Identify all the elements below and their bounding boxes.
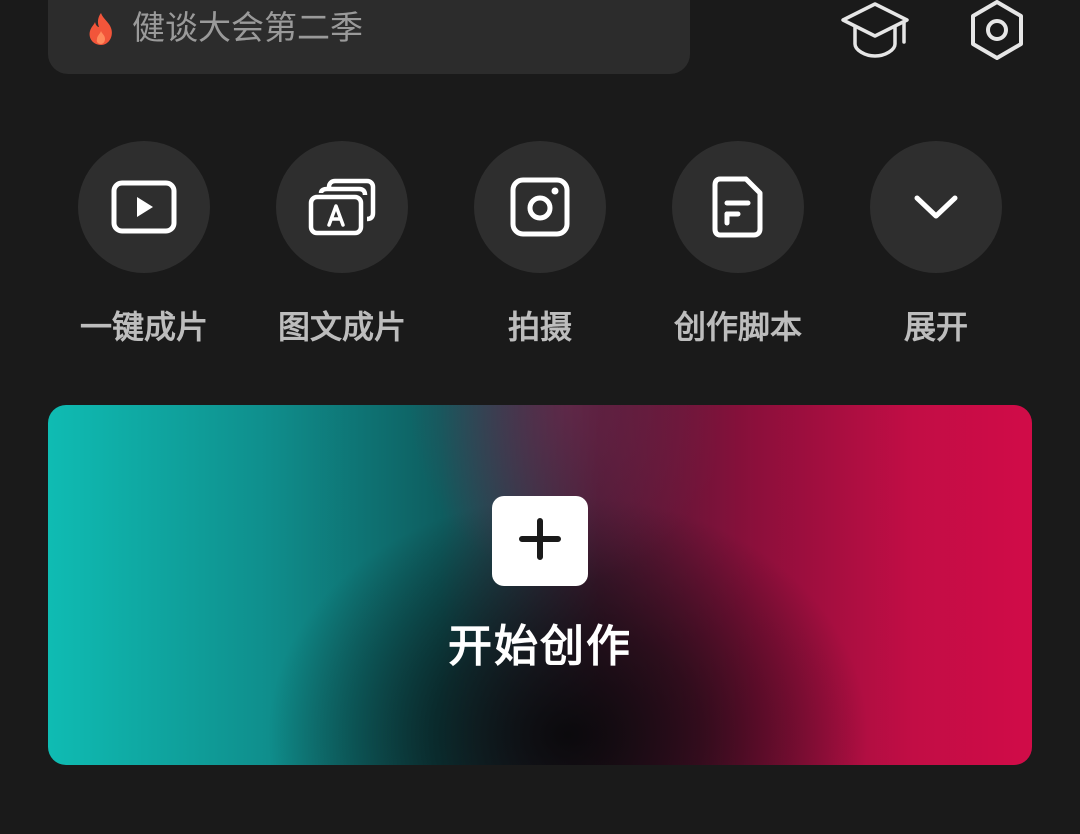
shortcut-expand[interactable]: 展开: [836, 141, 1036, 347]
shortcut-circle[interactable]: [672, 141, 804, 273]
shortcut-circle[interactable]: [474, 141, 606, 273]
start-creating-label: 开始创作: [448, 621, 632, 672]
shortcut-script[interactable]: 创作脚本: [638, 141, 838, 347]
camera-icon: [509, 176, 571, 238]
settings-hexagon-icon[interactable]: [962, 0, 1032, 60]
flame-icon: [86, 12, 116, 46]
script-document-icon: [710, 175, 766, 239]
search-query-text: 健谈大会第二季: [132, 8, 363, 47]
shortcut-label: 展开: [903, 308, 968, 346]
shortcut-label: 创作脚本: [673, 308, 802, 346]
graduation-cap-icon[interactable]: [840, 0, 910, 62]
play-frame-icon: [111, 179, 177, 235]
plus-button[interactable]: [492, 496, 588, 586]
shortcut-circle[interactable]: [870, 141, 1002, 273]
shortcut-text-to-video[interactable]: 图文成片: [242, 141, 442, 347]
search-bar[interactable]: 健谈大会第二季: [48, 0, 690, 74]
shortcut-one-click-video[interactable]: 一键成片: [44, 141, 244, 347]
start-creating-card[interactable]: 开始创作: [48, 405, 1032, 765]
shortcut-camera[interactable]: 拍摄: [440, 141, 640, 347]
shortcut-circle[interactable]: [276, 141, 408, 273]
shortcut-label: 图文成片: [277, 308, 406, 346]
text-cards-icon: [307, 177, 377, 237]
shortcut-label: 拍摄: [507, 308, 572, 346]
shortcut-circle[interactable]: [78, 141, 210, 273]
chevron-down-icon: [912, 192, 960, 222]
plus-icon: [518, 517, 562, 565]
shortcut-label: 一键成片: [79, 308, 208, 346]
